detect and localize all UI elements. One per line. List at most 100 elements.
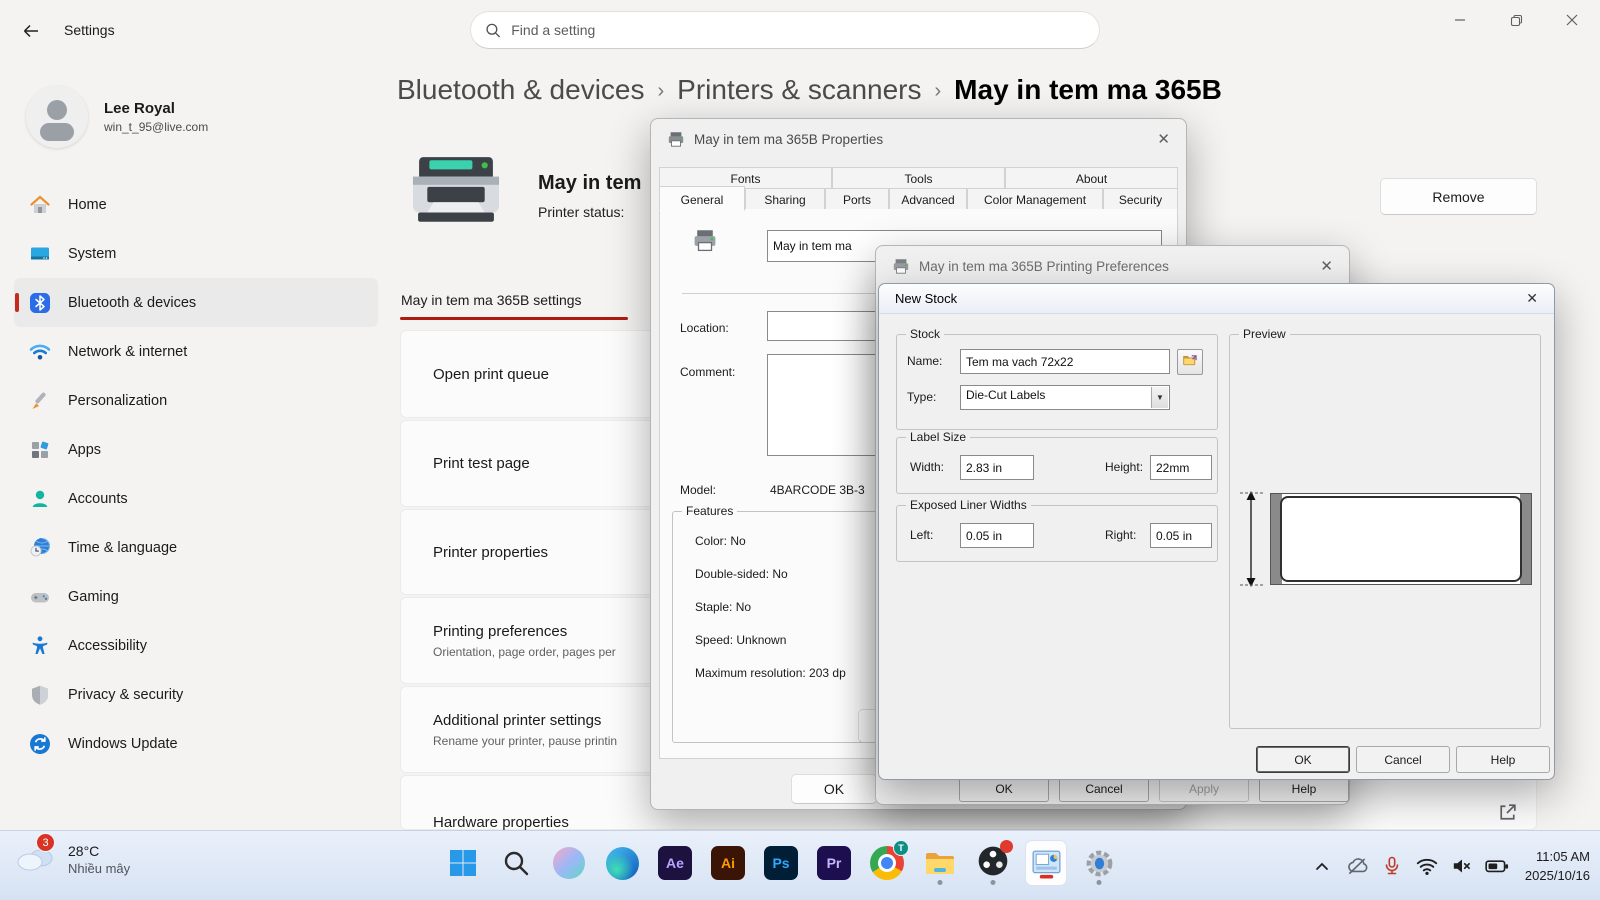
illustrator-icon: Ai — [711, 846, 745, 880]
taskbar: 3 28°C Nhiều mây Ae Ai Ps — [0, 830, 1600, 900]
system-icon — [28, 242, 52, 266]
folder-icon — [923, 846, 957, 880]
photoshop-button[interactable]: Ps — [760, 840, 802, 886]
illustrator-button[interactable]: Ai — [707, 840, 749, 886]
label-size-group: Label Size Width: Height: — [896, 437, 1218, 494]
liner-right-field[interactable] — [1150, 523, 1212, 548]
sidebar-item-bluetooth-devices[interactable]: Bluetooth & devices — [14, 278, 378, 327]
stock-name-field[interactable] — [960, 349, 1170, 374]
height-field[interactable] — [1150, 455, 1212, 480]
tab-about[interactable]: About — [1005, 167, 1178, 190]
stock-type-dropdown[interactable]: Die-Cut Labels ▼ — [960, 385, 1170, 410]
taskbar-search-button[interactable] — [495, 840, 537, 886]
sidebar-item-apps[interactable]: Apps — [14, 425, 378, 474]
breadcrumb-separator: › — [935, 77, 942, 103]
start-button[interactable] — [442, 840, 484, 886]
clock[interactable]: 11:05 AM 2025/10/16 — [1525, 847, 1590, 886]
copilot-button[interactable] — [548, 840, 590, 886]
chevron-down-icon[interactable]: ▼ — [1151, 387, 1168, 408]
microphone-icon — [1381, 854, 1403, 878]
gaming-icon — [28, 585, 52, 609]
height-measure-arrow — [1236, 489, 1266, 589]
comment-label: Comment: — [680, 365, 735, 379]
minimize-button[interactable] — [1432, 0, 1488, 40]
close-icon[interactable]: ✕ — [1526, 290, 1538, 307]
sidebar-item-system[interactable]: System — [14, 229, 378, 278]
edge-button[interactable] — [601, 840, 643, 886]
premiere-button[interactable]: Pr — [813, 840, 855, 886]
tab-tools[interactable]: Tools — [832, 167, 1005, 190]
sidebar-item-accessibility[interactable]: Accessibility — [14, 621, 378, 670]
back-button[interactable] — [16, 16, 46, 46]
tray-chevron-up[interactable] — [1309, 853, 1335, 879]
gear-icon — [1083, 847, 1116, 880]
file-explorer-button[interactable] — [919, 840, 961, 886]
new-stock-help-button[interactable]: Help — [1456, 746, 1550, 773]
restore-button[interactable] — [1488, 0, 1544, 40]
sidebar-item-privacy-security[interactable]: Privacy & security — [14, 670, 378, 719]
sidebar-item-gaming[interactable]: Gaming — [14, 572, 378, 621]
close-button[interactable] — [1544, 0, 1600, 40]
active-printer-app-button[interactable] — [1025, 840, 1067, 886]
breadcrumb: Bluetooth & devices › Printers & scanner… — [397, 74, 1222, 106]
user-profile[interactable]: Lee Royal win_t_95@live.com — [26, 86, 208, 148]
right-label: Right: — [1105, 528, 1136, 542]
printer-icon — [892, 257, 910, 275]
close-icon[interactable]: ✕ — [1320, 257, 1333, 275]
windows-logo-icon — [447, 847, 479, 879]
speaker-mute-icon — [1450, 855, 1474, 877]
wifi-icon[interactable] — [1414, 853, 1440, 879]
new-stock-titlebar[interactable]: New Stock ✕ — [879, 284, 1554, 314]
stock-group: Stock Name: Type: Die-Cut Labels ▼ — [896, 334, 1218, 430]
new-stock-ok-button[interactable]: OK — [1256, 746, 1350, 773]
new-stock-dialog: New Stock ✕ Stock Name: Type: Die-Cut La… — [878, 283, 1555, 780]
premiere-icon: Pr — [817, 846, 851, 880]
liner-left-field[interactable] — [960, 523, 1034, 548]
breadcrumb-bluetooth[interactable]: Bluetooth & devices — [397, 74, 645, 106]
breadcrumb-printers[interactable]: Printers & scanners — [677, 74, 921, 106]
search-input[interactable] — [511, 22, 1085, 38]
preferences-dialog-title: May in tem ma 365B Printing Preferences — [919, 259, 1169, 274]
onedrive-paused-icon[interactable] — [1344, 853, 1370, 879]
sidebar-item-time-language[interactable]: Time & language — [14, 523, 378, 572]
sidebar-item-label: Accounts — [68, 491, 128, 507]
personalization-icon — [28, 389, 52, 413]
user-email: win_t_95@live.com — [104, 120, 208, 134]
close-icon[interactable]: ✕ — [1157, 130, 1170, 148]
obs-button[interactable] — [972, 840, 1014, 886]
after-effects-icon: Ae — [658, 846, 692, 880]
sidebar-item-label: Bluetooth & devices — [68, 295, 196, 311]
width-field[interactable] — [960, 455, 1034, 480]
sidebar-item-accounts[interactable]: Accounts — [14, 474, 378, 523]
remove-printer-button[interactable]: Remove — [1380, 178, 1537, 215]
settings-app-button[interactable] — [1078, 840, 1120, 886]
browse-stock-button[interactable] — [1177, 349, 1203, 375]
tab-general[interactable]: General — [659, 186, 745, 211]
external-link-icon[interactable] — [1496, 801, 1519, 829]
search-icon — [501, 848, 531, 878]
chrome-button[interactable]: T — [866, 840, 908, 886]
volume-muted-icon[interactable] — [1449, 853, 1475, 879]
weather-widget[interactable]: 3 28°C Nhiều mây — [14, 841, 130, 878]
printer-icon — [667, 130, 685, 148]
properties-dialog-titlebar[interactable]: May in tem ma 365B Properties ✕ — [651, 119, 1186, 159]
left-label: Left: — [910, 528, 933, 542]
sidebar-item-windows-update[interactable]: Windows Update — [14, 719, 378, 768]
sidebar-item-home[interactable]: Home — [14, 180, 378, 229]
model-label: Model: — [680, 483, 716, 497]
sidebar-item-label: Apps — [68, 442, 101, 458]
after-effects-button[interactable]: Ae — [654, 840, 696, 886]
sidebar-item-label: Accessibility — [68, 638, 147, 654]
properties-ok-button[interactable]: OK — [791, 774, 877, 804]
battery-icon[interactable] — [1484, 853, 1510, 879]
sidebar-item-label: Home — [68, 197, 107, 213]
microphone-in-use-icon[interactable] — [1379, 853, 1405, 879]
sidebar-item-network-internet[interactable]: Network & internet — [14, 327, 378, 376]
settings-search[interactable] — [470, 11, 1100, 49]
sidebar-item-personalization[interactable]: Personalization — [14, 376, 378, 425]
weather-alert-badge: 3 — [36, 833, 55, 852]
preferences-dialog-titlebar[interactable]: May in tem ma 365B Printing Preferences … — [876, 246, 1349, 286]
sidebar-item-label: Network & internet — [68, 344, 187, 360]
new-stock-cancel-button[interactable]: Cancel — [1356, 746, 1450, 773]
home-icon — [28, 193, 52, 217]
